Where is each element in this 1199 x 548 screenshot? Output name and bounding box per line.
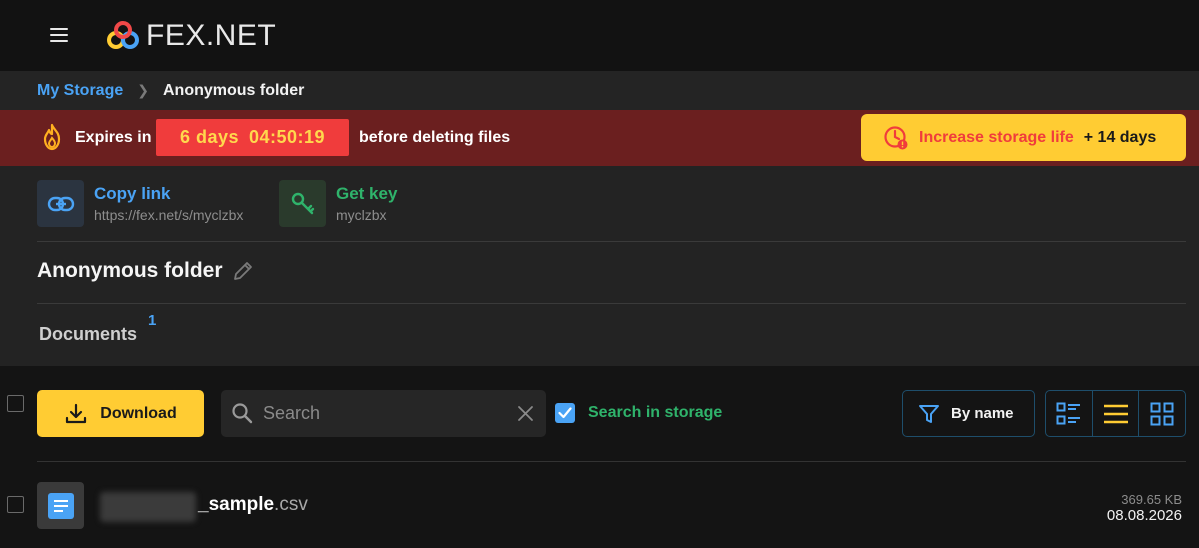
view-mode-group xyxy=(1045,390,1186,437)
select-all-checkbox[interactable] xyxy=(7,395,24,412)
search-in-storage-label[interactable]: Search in storage xyxy=(588,404,722,422)
search-in-storage-checkbox[interactable] xyxy=(555,403,575,423)
link-icon xyxy=(37,180,84,227)
list-view-icon xyxy=(1103,404,1128,423)
file-name-base: _sample xyxy=(198,494,275,515)
details-view-icon xyxy=(1056,402,1080,424)
expires-in-label: Expires in xyxy=(75,129,152,146)
increase-days: + 14 days xyxy=(1083,128,1157,146)
file-name: _sample.csv xyxy=(198,494,308,516)
search-input[interactable] xyxy=(263,390,503,437)
check-icon xyxy=(558,407,572,419)
clock-alert-icon xyxy=(884,125,908,149)
expiry-timer: 6 days 04:50:19 xyxy=(156,119,349,156)
breadcrumb: My Storage ❯ Anonymous folder xyxy=(0,71,1199,110)
redacted-filename xyxy=(100,492,196,522)
copy-link-title: Copy link xyxy=(94,184,171,203)
expiry-suffix: before deleting files xyxy=(359,129,511,146)
copy-link-url: https://fex.net/s/myclzbx xyxy=(94,207,244,223)
folder-name: Anonymous folder xyxy=(37,259,223,282)
key-icon xyxy=(279,180,326,227)
file-date: 08.08.2026 xyxy=(1106,507,1182,524)
increase-storage-life-button[interactable]: Increase storage life + 14 days xyxy=(861,114,1186,161)
logo-text: FEX.NET xyxy=(146,19,277,52)
logo-mark-icon xyxy=(107,21,139,49)
breadcrumb-my-storage[interactable]: My Storage xyxy=(37,82,123,100)
search-box xyxy=(221,390,546,437)
breadcrumb-current: Anonymous folder xyxy=(162,81,305,99)
download-button[interactable]: Download xyxy=(37,390,204,437)
menu-icon[interactable] xyxy=(48,26,74,44)
file-row[interactable]: _sample.csv 369.65 KB 08.08.2026 xyxy=(0,478,1199,532)
grid-view-icon xyxy=(1150,402,1174,425)
copy-link-item[interactable]: Copy link https://fex.net/s/myclzbx xyxy=(37,180,243,227)
filter-icon xyxy=(919,404,939,423)
sort-label: By name xyxy=(951,405,1014,422)
chevron-right-icon: ❯ xyxy=(137,82,149,98)
folder-panel: Copy link https://fex.net/s/myclzbx Get … xyxy=(0,166,1199,366)
view-list-button[interactable] xyxy=(1093,391,1140,436)
sort-button[interactable]: By name xyxy=(902,390,1035,437)
increase-label: Increase storage life xyxy=(919,128,1074,146)
search-icon xyxy=(232,403,253,424)
key-value: myclzbx xyxy=(336,207,387,223)
file-size: 369.65 KB xyxy=(1121,492,1182,507)
download-icon xyxy=(66,403,87,423)
close-icon[interactable] xyxy=(517,405,534,422)
view-grid-button[interactable] xyxy=(1139,391,1185,436)
tab-documents[interactable]: Documents xyxy=(39,324,137,345)
flame-icon xyxy=(43,123,61,151)
get-key-title: Get key xyxy=(336,184,398,203)
view-details-button[interactable] xyxy=(1046,391,1093,436)
download-label: Download xyxy=(100,404,177,422)
file-extension: .csv xyxy=(274,494,308,515)
folder-title: Anonymous folder xyxy=(37,259,255,283)
divider xyxy=(37,461,1186,462)
divider xyxy=(37,241,1186,242)
edit-pencil-icon[interactable] xyxy=(231,259,255,283)
divider xyxy=(37,303,1186,304)
timer-days: 6 days xyxy=(179,127,239,147)
top-bar: FEX.NET xyxy=(0,0,1199,71)
get-key-item[interactable]: Get key myclzbx xyxy=(279,180,397,227)
document-icon xyxy=(37,482,84,529)
documents-count-badge: 1 xyxy=(148,312,157,329)
logo[interactable]: FEX.NET xyxy=(106,18,276,54)
timer-clock: 04:50:19 xyxy=(248,127,326,147)
